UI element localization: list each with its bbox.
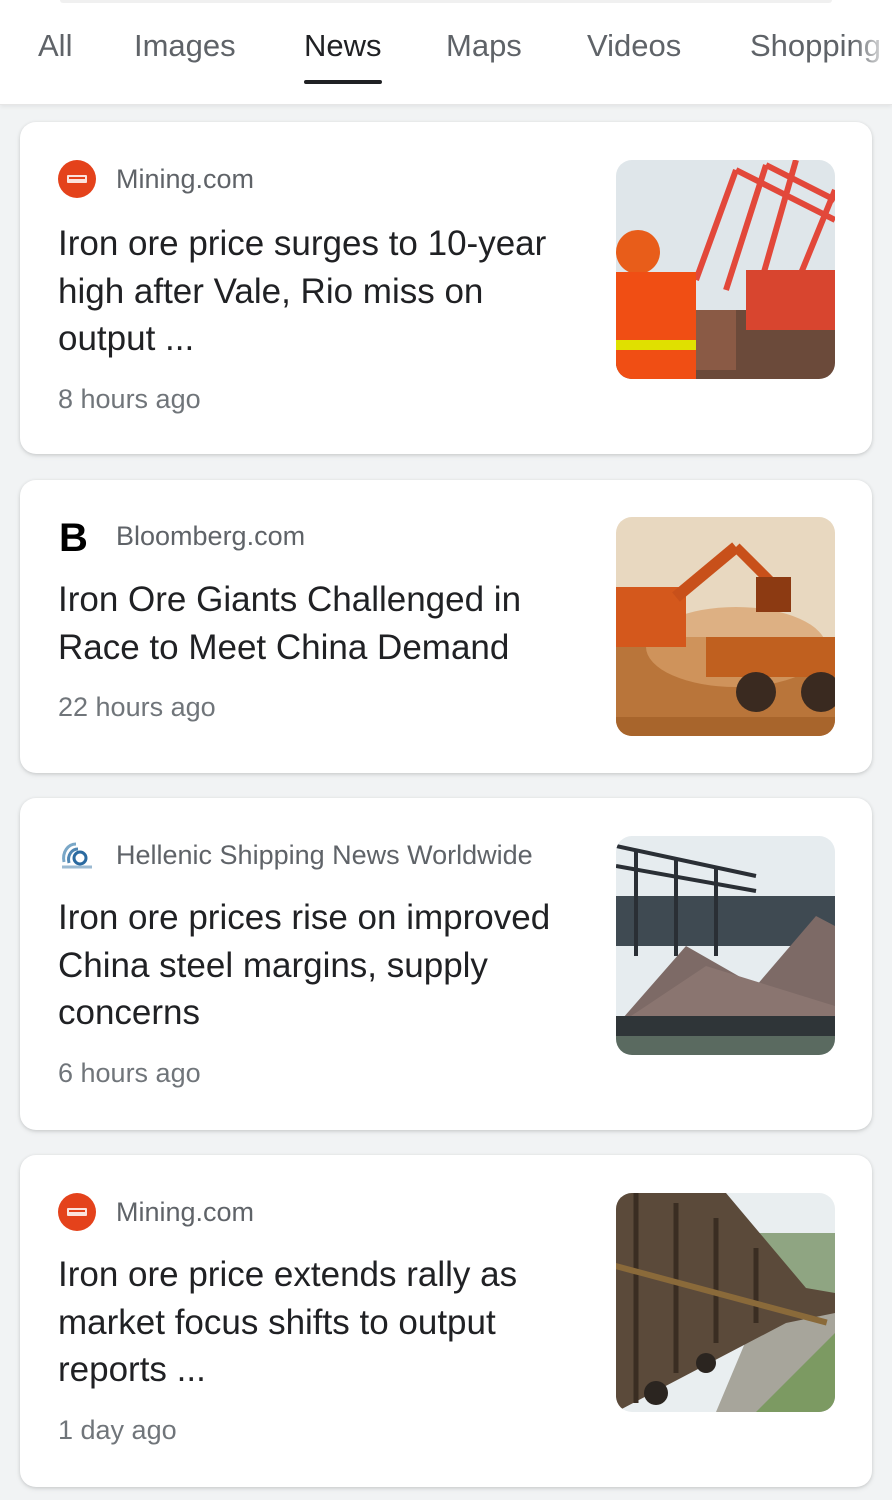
source-name: Hellenic Shipping News Worldwide xyxy=(116,839,533,870)
active-tab-indicator xyxy=(304,80,382,84)
news-source: Mining.com xyxy=(58,1193,254,1231)
hellenic-shipping-favicon-icon xyxy=(62,842,92,869)
news-source: Hellenic Shipping News Worldwide xyxy=(58,836,533,874)
tab-news[interactable]: News xyxy=(304,28,382,84)
news-card[interactable]: B Bloomberg.com Iron Ore Giants Challeng… xyxy=(20,480,872,773)
news-source: Mining.com xyxy=(58,160,254,198)
news-thumbnail[interactable] xyxy=(616,517,835,736)
news-thumbnail[interactable] xyxy=(616,836,835,1055)
mining-com-favicon-icon xyxy=(58,1193,96,1231)
tab-label: News xyxy=(304,28,382,63)
bloomberg-favicon-icon: B xyxy=(59,517,88,555)
tab-label: Videos xyxy=(587,28,682,63)
news-headline[interactable]: Iron ore prices rise on improved China s… xyxy=(58,894,588,1037)
mining-com-favicon-icon xyxy=(58,160,96,198)
source-name: Mining.com xyxy=(116,1196,255,1227)
publish-time: 22 hours ago xyxy=(58,692,216,722)
tab-label: All xyxy=(38,28,73,63)
tab-label: Maps xyxy=(446,28,522,63)
tab-list: All Images News Maps Videos Shopping xyxy=(0,0,892,104)
tab-images[interactable]: Images xyxy=(134,28,236,64)
excavator-truck-photo xyxy=(616,517,835,736)
news-card[interactable]: Mining.com Iron ore price extends rally … xyxy=(20,1155,872,1487)
svg-text:B: B xyxy=(59,517,88,555)
publish-time: 1 day ago xyxy=(58,1415,177,1445)
ore-train-photo xyxy=(616,1193,835,1412)
news-card[interactable]: Hellenic Shipping News Worldwide Iron or… xyxy=(20,798,872,1130)
tab-maps[interactable]: Maps xyxy=(446,28,522,64)
news-thumbnail[interactable] xyxy=(616,160,835,379)
tab-videos[interactable]: Videos xyxy=(587,28,681,64)
news-card[interactable]: Mining.com Iron ore price surges to 10-y… xyxy=(20,122,872,454)
tabs-scroll-fade xyxy=(852,0,892,104)
news-headline[interactable]: Iron ore price surges to 10-year high af… xyxy=(58,220,588,363)
source-name: Bloomberg.com xyxy=(116,520,306,551)
search-tabs-bar: All Images News Maps Videos Shopping xyxy=(0,0,892,105)
tab-all[interactable]: All xyxy=(38,28,72,64)
publish-time: 8 hours ago xyxy=(58,384,201,414)
source-name: Mining.com xyxy=(116,163,255,194)
news-thumbnail[interactable] xyxy=(616,1193,835,1412)
news-headline[interactable]: Iron ore price extends rally as market f… xyxy=(58,1251,588,1394)
news-headline[interactable]: Iron Ore Giants Challenged in Race to Me… xyxy=(58,576,588,671)
publish-time: 6 hours ago xyxy=(58,1058,201,1088)
ore-stockpile-photo xyxy=(616,836,835,1055)
tab-label: Images xyxy=(134,28,236,63)
news-source: B Bloomberg.com xyxy=(58,517,305,555)
port-cranes-photo xyxy=(616,160,835,379)
